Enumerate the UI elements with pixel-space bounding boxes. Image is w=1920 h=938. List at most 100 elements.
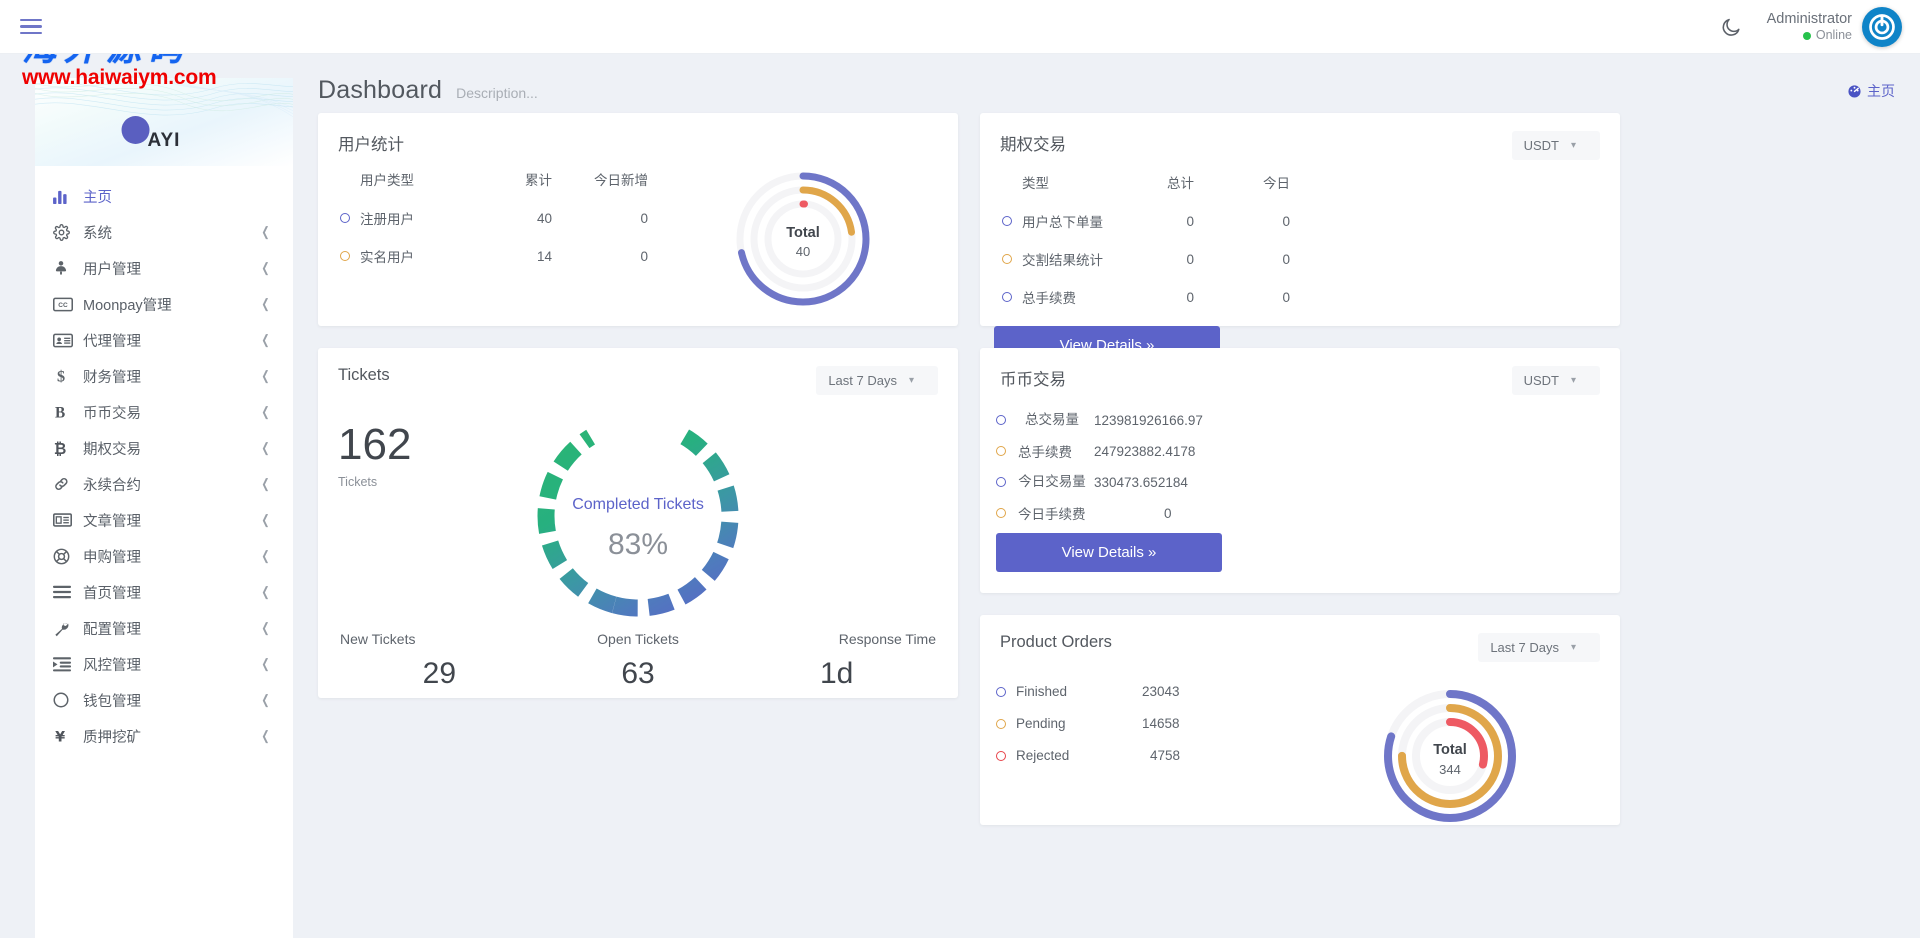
wrench-icon [53, 620, 83, 637]
sidebar-item-label: Moonpay管理 [83, 294, 172, 315]
legend-ring-icon [1002, 216, 1012, 226]
left-column: 用户统计 用户类型 累计 今日新增 [318, 113, 958, 698]
row-value: 123981926166.97 [1094, 413, 1203, 428]
row-value: 247923882.4178 [1094, 444, 1195, 459]
sidebar-item-label: 主页 [83, 186, 112, 207]
user-stats-header: 用户统计 [318, 113, 958, 155]
chevron-left-icon: ❮ [261, 440, 269, 456]
sidebar: AYI 主页 系统 ❮ 用户管理 ❮ CC [35, 78, 293, 938]
bar-chart-icon [53, 189, 83, 204]
sidebar-logo[interactable]: AYI [35, 78, 293, 166]
chevron-left-icon: ❮ [261, 332, 269, 348]
footer-stat: New Tickets 29 [340, 631, 539, 691]
row-value: 0 [1164, 506, 1172, 521]
chevron-left-icon: ❮ [261, 584, 269, 600]
sidebar-item-代理管理[interactable]: 代理管理 ❮ [35, 322, 293, 358]
coin-trading-header: 币币交易 USDT ▾ [980, 348, 1620, 395]
tickets-footer: New Tickets 29 Open Tickets 63 Response … [318, 631, 958, 713]
dashboard-grid: 用户统计 用户类型 累计 今日新增 [318, 113, 1895, 825]
user-name: Administrator [1767, 10, 1852, 28]
gauge-value: 83% [608, 528, 668, 561]
sidebar-item-label: 币币交易 [83, 402, 141, 423]
avatar[interactable] [1862, 7, 1902, 47]
row-type: 实名用户 [360, 250, 414, 265]
credit-card-icon: CC [53, 297, 83, 312]
sidebar-item-label: 申购管理 [83, 546, 141, 567]
sidebar-item-系统[interactable]: 系统 ❮ [35, 214, 293, 250]
tickets-count: 162 [338, 423, 411, 467]
sidebar-item-财务管理[interactable]: $ 财务管理 ❮ [35, 358, 293, 394]
hamburger-menu-icon[interactable] [20, 15, 48, 39]
row-value: 4758 [1150, 748, 1180, 763]
sidebar-item-期权交易[interactable]: ₿ 期权交易 ❮ [35, 430, 293, 466]
row-today: 0 [552, 237, 648, 275]
indent-icon [53, 657, 83, 672]
sidebar-item-质押挖矿[interactable]: ¥ 质押挖矿 ❮ [35, 718, 293, 754]
svg-text:¥: ¥ [55, 729, 65, 745]
sidebar-item-label: 配置管理 [83, 618, 141, 639]
sidebar-item-主页[interactable]: 主页 [35, 178, 293, 214]
options-trading-header: 期权交易 USDT ▾ [980, 113, 1620, 160]
footer-value: 1d [737, 657, 936, 691]
user-profile[interactable]: Administrator Online [1767, 10, 1852, 44]
list-item: Rejected 4758 [996, 748, 1280, 763]
row-type: 注册用户 [360, 212, 414, 227]
chevron-left-icon: ❮ [261, 692, 269, 708]
sidebar-item-币币交易[interactable]: B 币币交易 ❮ [35, 394, 293, 430]
chevron-left-icon: ❮ [261, 296, 269, 312]
sidebar-item-用户管理[interactable]: 用户管理 ❮ [35, 250, 293, 286]
sidebar-item-钱包管理[interactable]: 钱包管理 ❮ [35, 682, 293, 718]
product-orders-title: Product Orders [1000, 633, 1112, 652]
svg-text:CC: CC [58, 302, 68, 309]
coin-trading-card: 币币交易 USDT ▾ 总交易量 123981926166.97 总手续费 [980, 348, 1620, 593]
chevron-left-icon: ❮ [261, 224, 269, 240]
sidebar-item-Moonpay管理[interactable]: CC Moonpay管理 ❮ [35, 286, 293, 322]
list-item: Pending 14658 [996, 716, 1280, 731]
breadcrumb[interactable]: 主页 [1847, 81, 1895, 101]
table-header-row: 用户类型 累计 今日新增 [332, 155, 648, 199]
tickets-card: Tickets Last 7 Days ▾ 162 Tickets [318, 348, 958, 698]
coin-view-details-button[interactable]: View Details » [996, 533, 1222, 572]
tickets-title: Tickets [338, 366, 390, 385]
user-status: Online [1767, 28, 1852, 44]
product-orders-range-select[interactable]: Last 7 Days ▾ [1478, 633, 1600, 662]
user-stats-table: 用户类型 累计 今日新增 注册用户 40 0 [332, 155, 648, 275]
moon-icon[interactable] [1709, 5, 1753, 49]
table-row: 用户总下单量 0 0 [994, 202, 1290, 240]
sidebar-item-永续合约[interactable]: 永续合约 ❮ [35, 466, 293, 502]
footer-stat: Response Time 1d [737, 631, 936, 691]
tickets-range-select[interactable]: Last 7 Days ▾ [816, 366, 938, 395]
sidebar-item-申购管理[interactable]: 申购管理 ❮ [35, 538, 293, 574]
sidebar-item-配置管理[interactable]: 配置管理 ❮ [35, 610, 293, 646]
legend-ring-icon [996, 477, 1006, 487]
list-item: 今日手续费 0 [996, 503, 1280, 523]
chevron-left-icon: ❮ [261, 656, 269, 672]
radial-center-value: 344 [1439, 762, 1461, 777]
tickets-count-label: Tickets [338, 475, 411, 489]
options-currency-select[interactable]: USDT ▾ [1512, 131, 1600, 160]
sidebar-item-风控管理[interactable]: 风控管理 ❮ [35, 646, 293, 682]
row-value: 14658 [1142, 716, 1180, 731]
sidebar-item-首页管理[interactable]: 首页管理 ❮ [35, 574, 293, 610]
user-stats-card: 用户统计 用户类型 累计 今日新增 [318, 113, 958, 326]
col-header-today: 今日 [1194, 158, 1290, 202]
sidebar-item-label: 系统 [83, 222, 112, 243]
sidebar-item-label: 永续合约 [83, 474, 141, 495]
id-card-icon [53, 333, 83, 348]
footer-value: 29 [340, 657, 539, 691]
list-item: 总手续费 247923882.4178 [996, 441, 1280, 461]
row-type: 用户总下单量 [1022, 215, 1103, 230]
page-header: Dashboard Description... 主页 [318, 54, 1895, 113]
row-total: 40 [474, 199, 552, 237]
coin-currency-select[interactable]: USDT ▾ [1512, 366, 1600, 395]
table-row: 交割结果统计 0 0 [994, 240, 1290, 278]
row-today: 0 [1194, 202, 1290, 240]
tickets-range-value: Last 7 Days [828, 373, 897, 388]
legend-ring-icon [996, 687, 1006, 697]
dollar-icon: $ [53, 367, 83, 385]
row-type: 交割结果统计 [1022, 253, 1103, 268]
table-header-row: 类型 总计 今日 [994, 158, 1290, 202]
row-total: 0 [1116, 202, 1194, 240]
sidebar-item-文章管理[interactable]: 文章管理 ❮ [35, 502, 293, 538]
user-stats-title: 用户统计 [338, 131, 404, 155]
